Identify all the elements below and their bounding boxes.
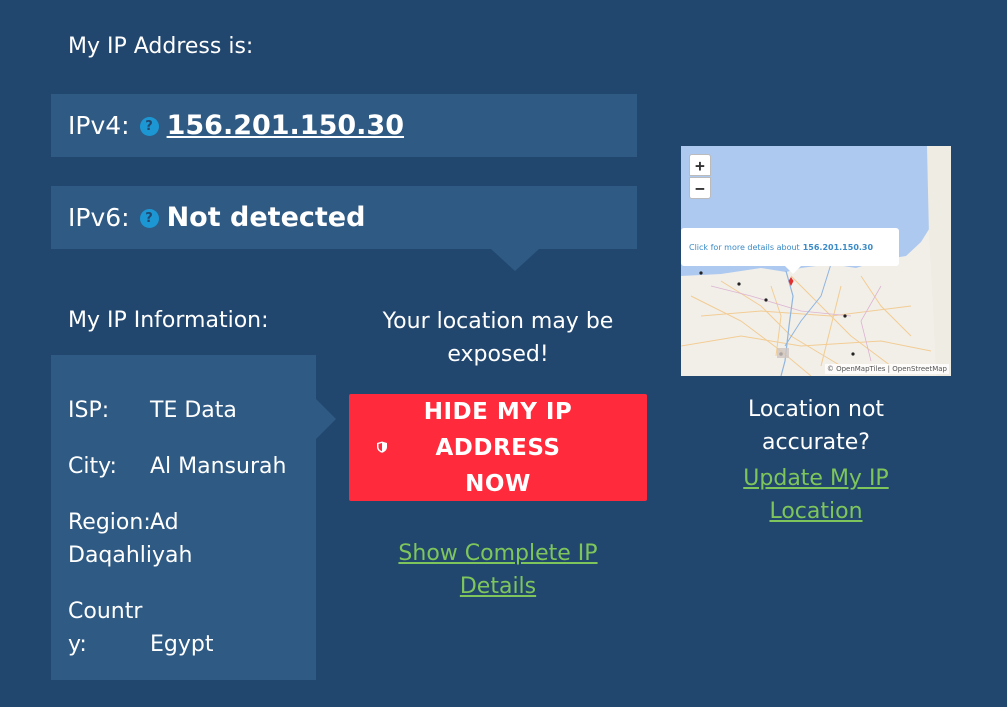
not-accurate-line2: accurate? (762, 430, 870, 455)
warning-line1: Your location may be (382, 309, 614, 334)
isp-value: TE Data (150, 398, 237, 423)
not-accurate-line1: Location not (747, 397, 885, 422)
ipv6-value: Not detected (166, 202, 366, 233)
update-link-line1: Update My IP (743, 466, 889, 491)
location-exposed-warning: Your location may be exposed! (370, 305, 626, 371)
update-my-ip-location-link[interactable]: Update My IP Location (722, 462, 910, 528)
ipv4-label: IPv4: (68, 111, 130, 140)
region-label: Region: (68, 510, 151, 535)
location-map[interactable]: + − Click for more details about 156.201… (681, 146, 951, 376)
map-popup-text: Click for more details about (689, 242, 800, 252)
hide-my-ip-button[interactable]: HIDE MY IP ADDRESS NOW (349, 394, 647, 501)
ip-info-panel: ISP: TE Data City: Al Mansurah Region: A… (51, 355, 336, 680)
location-not-accurate-text: Location not accurate? (722, 393, 910, 459)
zoom-out-button[interactable]: − (689, 177, 711, 199)
show-complete-ip-details-link[interactable]: Show Complete IP Details (380, 537, 616, 603)
update-link-line2: Location (769, 499, 863, 524)
city-value: Al Mansurah (150, 454, 287, 479)
country-label-line1: Countr (68, 599, 143, 624)
ipv6-row: IPv6: ? Not detected (51, 186, 637, 271)
ipv6-help-icon[interactable]: ? (139, 209, 159, 228)
warning-line2: exposed! (447, 342, 549, 367)
map-popup[interactable]: Click for more details about 156.201.150… (681, 228, 899, 274)
my-ip-heading: My IP Address is: (68, 34, 254, 59)
isp-label: ISP: (68, 398, 110, 423)
ip-info-heading: My IP Information: (68, 308, 269, 333)
hide-button-line2: ADDRESS NOW (435, 434, 561, 497)
region-value-line2: Daqahliyah (68, 543, 193, 568)
shield-icon (377, 441, 387, 453)
show-details-line1: Show Complete IP (398, 541, 598, 566)
city-label: City: (68, 454, 117, 479)
ipv4-value-link[interactable]: 156.201.150.30 (167, 110, 404, 141)
country-label-line2: y: (68, 632, 87, 657)
country-value: Egypt (150, 632, 214, 657)
zoom-in-button[interactable]: + (689, 154, 711, 176)
ipv4-help-icon[interactable]: ? (139, 117, 159, 136)
map-popup-ip: 156.201.150.30 (802, 242, 874, 252)
hide-button-label: HIDE MY IP ADDRESS NOW (403, 394, 593, 502)
ipv6-label: IPv6: (68, 203, 130, 232)
region-value-line1: Ad (150, 510, 179, 535)
hide-button-line1: HIDE MY IP (423, 398, 573, 425)
show-details-line2: Details (459, 574, 537, 599)
ipv4-row: IPv4: ? 156.201.150.30 (51, 94, 637, 157)
map-attribution[interactable]: © OpenMapTiles | OpenStreetMap (824, 364, 949, 374)
